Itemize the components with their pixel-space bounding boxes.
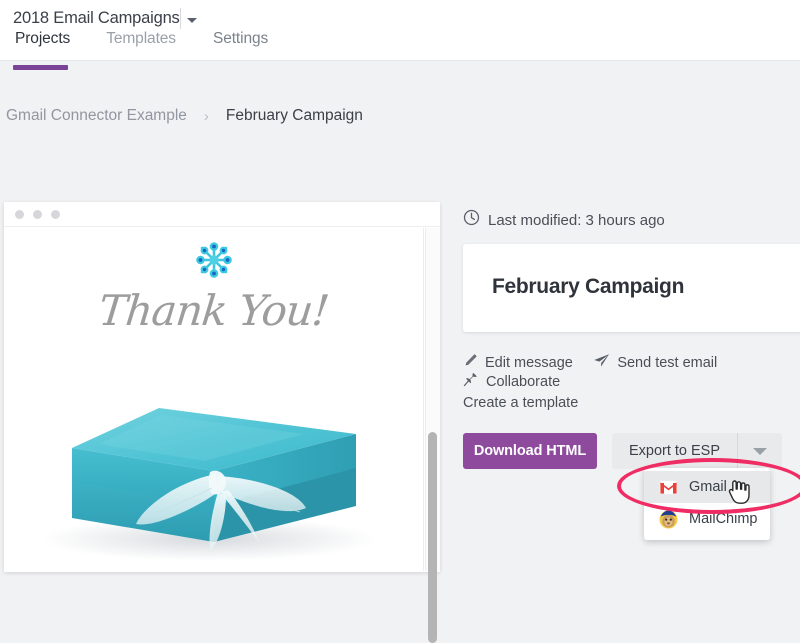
window-dot-2 [33, 209, 42, 219]
email-headline: Thank You! [96, 286, 331, 335]
edit-message-label: Edit message [485, 354, 573, 371]
export-to-esp-dropdown-toggle[interactable] [738, 433, 782, 469]
paper-plane-icon [593, 353, 610, 372]
header-divider [180, 8, 181, 29]
tab-projects[interactable]: Projects [15, 30, 70, 48]
breadcrumb-current: February Campaign [225, 107, 363, 124]
esp-menu-item-mailchimp[interactable]: MailChimp [644, 503, 770, 535]
pin-icon [463, 372, 479, 391]
tab-bar: Projects Templates Settings [0, 30, 268, 60]
campaign-name-card: February Campaign [463, 244, 800, 332]
preview-window-chrome [4, 202, 440, 227]
esp-dropdown-menu: Gmail MailChimp [644, 468, 770, 540]
collaborate-label: Collaborate [486, 373, 561, 390]
mouse-cursor [728, 479, 750, 510]
create-template-link[interactable]: Create a template [463, 395, 800, 411]
esp-menu-item-gmail-label: Gmail [689, 479, 727, 495]
edit-message-link[interactable]: Edit message [463, 353, 573, 372]
send-test-email-label: Send test email [617, 354, 718, 371]
preview-scrollbar-thumb[interactable] [428, 432, 437, 643]
breadcrumb-parent-link[interactable]: Gmail Connector Example [6, 107, 187, 125]
app-header: 2018 Email Campaigns Projects Templates … [0, 0, 800, 61]
window-dot-1 [15, 209, 24, 219]
send-test-email-link[interactable]: Send test email [593, 353, 717, 372]
clock-icon [463, 209, 480, 231]
export-to-esp-button[interactable]: Export to ESP [612, 433, 738, 469]
project-title: 2018 Email Campaigns [13, 9, 180, 27]
tab-settings[interactable]: Settings [213, 30, 268, 48]
window-dot-3 [51, 209, 60, 219]
pencil-icon [463, 353, 478, 372]
project-selector[interactable]: 2018 Email Campaigns [13, 9, 197, 28]
last-modified-text: Last modified: 3 hours ago [488, 211, 665, 229]
active-tab-indicator [13, 65, 68, 70]
chevron-down-icon[interactable] [186, 17, 197, 23]
breadcrumb: Gmail Connector Example › February Campa… [0, 104, 800, 128]
gmail-icon [659, 478, 678, 497]
download-html-button[interactable]: Download HTML [463, 433, 597, 469]
mailchimp-icon [659, 510, 678, 529]
tab-templates[interactable]: Templates [106, 30, 176, 48]
campaign-name: February Campaign [492, 275, 685, 298]
caret-down-icon [753, 447, 767, 455]
email-preview-card: Thank You! [4, 202, 440, 643]
esp-menu-item-gmail[interactable]: Gmail [644, 471, 770, 503]
last-modified-row: Last modified: 3 hours ago [463, 209, 665, 231]
export-to-esp-split-button: Export to ESP [612, 433, 782, 469]
breadcrumb-separator-icon: › [203, 107, 209, 125]
email-preview-body: Thank You! [4, 228, 424, 571]
esp-menu-item-mailchimp-label: MailChimp [689, 511, 758, 527]
email-hero-image [4, 356, 423, 571]
action-links-row: Edit message Send test email Collaborate… [463, 353, 800, 411]
collaborate-link[interactable]: Collaborate [463, 372, 560, 391]
floral-ornament-icon [4, 238, 423, 282]
